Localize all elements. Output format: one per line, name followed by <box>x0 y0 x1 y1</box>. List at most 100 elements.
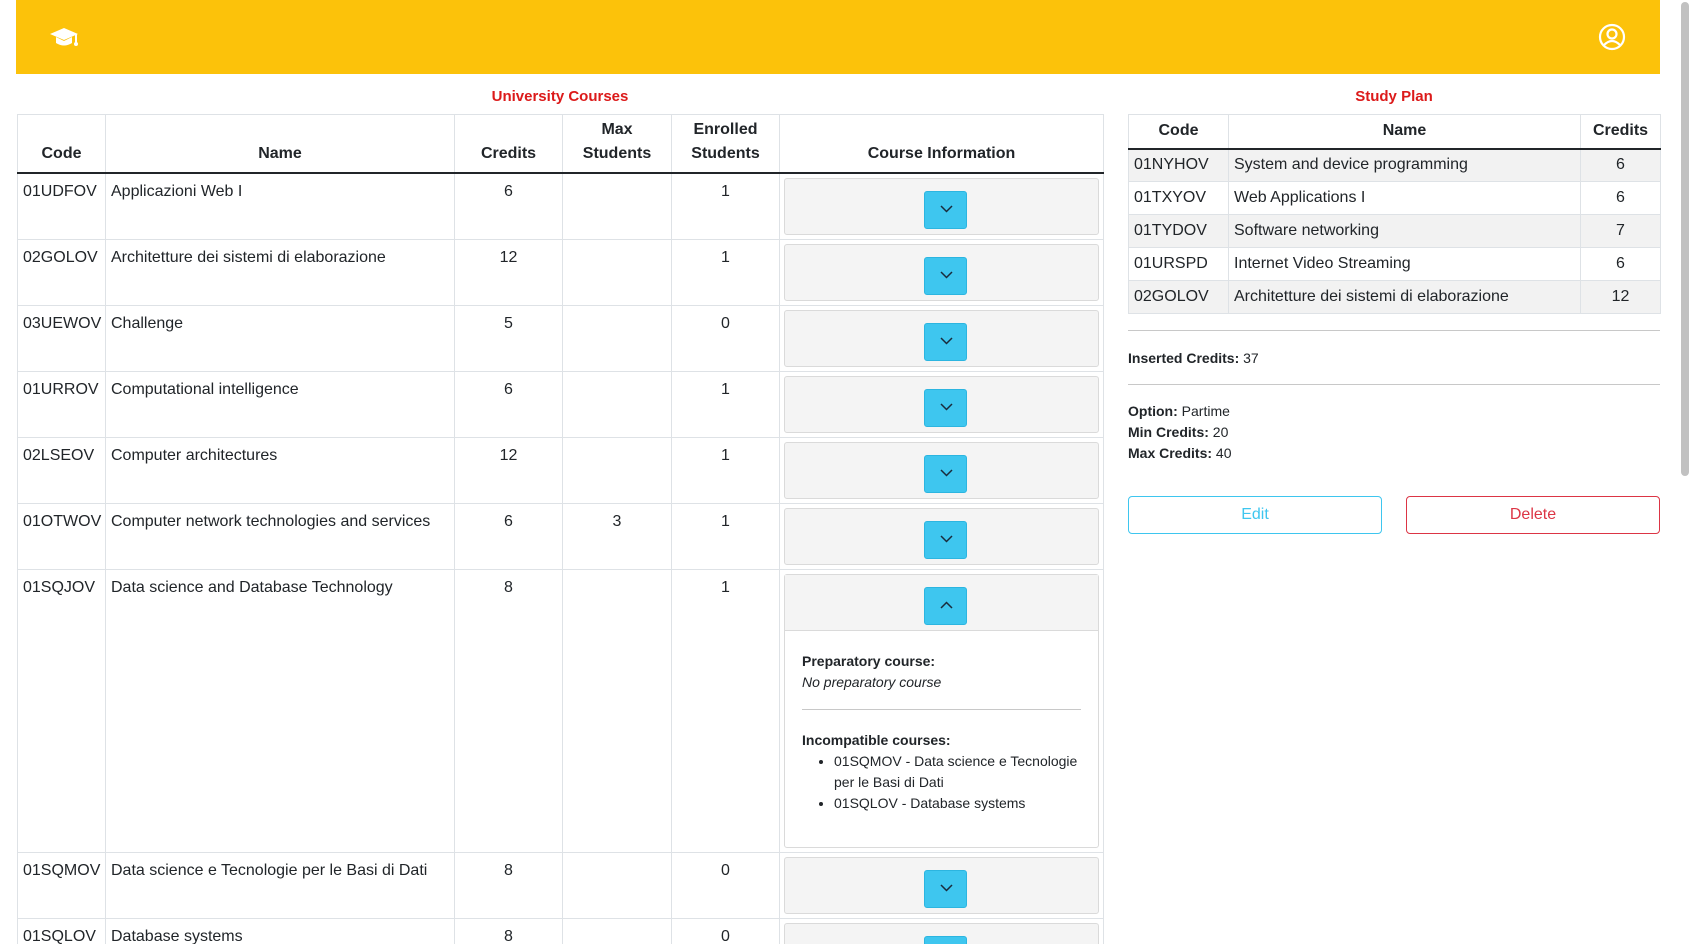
course-info-cell <box>779 503 1104 570</box>
course-max-students <box>562 852 672 919</box>
course-code: 01SQMOV <box>17 852 106 919</box>
graduation-cap-icon[interactable] <box>48 24 80 52</box>
study-plan-table: Code Name Credits 01NYHOV System and dev… <box>1128 114 1661 314</box>
scrollbar[interactable] <box>1675 0 1692 944</box>
table-row: 02LSEOV Computer architectures 12 1 <box>17 437 1104 504</box>
course-info-cell <box>779 172 1104 240</box>
expand-button[interactable] <box>924 322 967 361</box>
course-name: Computer network technologies and servic… <box>105 503 455 570</box>
table-row: 01SQLOV Database systems 8 0 <box>17 918 1104 944</box>
plan-header-name: Name <box>1228 114 1581 150</box>
accordion-header[interactable] <box>784 507 1099 565</box>
course-max-students <box>562 172 672 240</box>
accordion-header[interactable] <box>784 243 1099 301</box>
plan-header-credits: Credits <box>1580 114 1661 150</box>
min-credits-value: 20 <box>1212 424 1229 440</box>
plan-credits: 6 <box>1580 181 1661 215</box>
course-enrolled: 1 <box>671 371 780 438</box>
accordion-header[interactable] <box>784 922 1099 944</box>
chevron-down-icon <box>940 270 953 279</box>
accordion-header[interactable] <box>784 441 1099 499</box>
expand-button[interactable] <box>924 454 967 493</box>
plan-code: 01TYDOV <box>1128 214 1229 248</box>
expand-button[interactable] <box>924 190 967 229</box>
course-credits: 8 <box>454 569 563 853</box>
course-enrolled: 1 <box>671 503 780 570</box>
plan-option: Option: Partime <box>1128 401 1230 422</box>
expand-button[interactable] <box>924 869 967 908</box>
max-credits: Max Credits: 40 <box>1128 443 1232 464</box>
expand-button[interactable] <box>924 256 967 295</box>
expand-button[interactable] <box>924 935 967 944</box>
table-row: 03UEWOV Challenge 5 0 <box>17 305 1104 372</box>
accordion-header[interactable] <box>784 177 1099 235</box>
table-row: 01TXYOV Web Applications I 6 <box>1128 181 1661 215</box>
col-header-name: Name <box>105 114 455 174</box>
course-info-cell: Preparatory course: No preparatory cours… <box>779 569 1104 853</box>
table-row: 01NYHOV System and device programming 6 <box>1128 148 1661 182</box>
list-item: 01SQMOV - Data science e Tecnologie per … <box>834 751 1081 793</box>
chevron-up-icon <box>940 600 953 609</box>
min-credits: Min Credits: 20 <box>1128 422 1228 443</box>
course-credits: 12 <box>454 437 563 504</box>
course-code: 01SQLOV <box>17 918 106 944</box>
edit-button[interactable]: Edit <box>1128 496 1382 534</box>
preparatory-label: Preparatory course: <box>802 652 936 669</box>
course-name: Computational intelligence <box>105 371 455 438</box>
delete-button[interactable]: Delete <box>1406 496 1660 534</box>
accordion-header[interactable] <box>784 375 1099 433</box>
table-row: 01SQMOV Data science e Tecnologie per le… <box>17 852 1104 919</box>
course-credits: 6 <box>454 371 563 438</box>
plan-name: System and device programming <box>1228 148 1581 182</box>
course-credits: 8 <box>454 852 563 919</box>
plan-header-code: Code <box>1128 114 1229 150</box>
expand-button[interactable] <box>924 388 967 427</box>
course-max-students <box>562 569 672 853</box>
study-plan-title: Study Plan <box>1355 88 1433 105</box>
table-row: 01URROV Computational intelligence 6 1 <box>17 371 1104 438</box>
expand-button[interactable] <box>924 520 967 559</box>
course-info-cell <box>779 437 1104 504</box>
option-value: Partime <box>1181 403 1230 419</box>
accordion-header[interactable] <box>785 574 1098 631</box>
accordion-header[interactable] <box>784 309 1099 367</box>
course-code: 02GOLOV <box>17 239 106 306</box>
course-max-students <box>562 437 672 504</box>
scrollbar-thumb[interactable] <box>1681 2 1689 476</box>
course-name: Architetture dei sistemi di elaborazione <box>105 239 455 306</box>
incompatible-label: Incompatible courses: <box>802 731 951 748</box>
max-credits-label: Max Credits: <box>1128 445 1213 461</box>
plan-credits: 6 <box>1580 247 1661 281</box>
course-code: 03UEWOV <box>17 305 106 372</box>
course-info-cell <box>779 305 1104 372</box>
col-header-course-information: Course Information <box>779 114 1104 174</box>
col-header-code: Code <box>17 114 106 174</box>
table-row: 02GOLOV Architetture dei sistemi di elab… <box>1128 280 1661 314</box>
courses-table: Code Name Credits Max Students Enrolled … <box>17 114 1104 944</box>
min-credits-label: Min Credits: <box>1128 424 1209 440</box>
course-code: 01SQJOV <box>17 569 106 853</box>
course-info-cell <box>779 239 1104 306</box>
course-name: Database systems <box>105 918 455 944</box>
divider <box>1128 384 1660 385</box>
plan-code: 02GOLOV <box>1128 280 1229 314</box>
inserted-credits-label: Inserted Credits: <box>1128 350 1240 366</box>
chevron-down-icon <box>940 204 953 213</box>
course-enrolled: 1 <box>671 569 780 853</box>
course-enrolled: 1 <box>671 239 780 306</box>
navbar <box>16 0 1660 74</box>
course-enrolled: 0 <box>671 918 780 944</box>
plan-credits: 7 <box>1580 214 1661 248</box>
table-row: 01OTWOV Computer network technologies an… <box>17 503 1104 570</box>
user-circle-icon[interactable] <box>1598 23 1626 51</box>
divider <box>802 708 1081 710</box>
accordion-header[interactable] <box>784 856 1099 914</box>
course-max-students <box>562 239 672 306</box>
plan-name: Architetture dei sistemi di elaborazione <box>1228 280 1581 314</box>
table-row: 02GOLOV Architetture dei sistemi di elab… <box>17 239 1104 306</box>
course-code: 01URROV <box>17 371 106 438</box>
plan-name: Web Applications I <box>1228 181 1581 215</box>
incompatible-list: 01SQMOV - Data science e Tecnologie per … <box>834 751 1081 814</box>
table-row: 01TYDOV Software networking 7 <box>1128 214 1661 248</box>
collapse-button[interactable] <box>924 586 967 625</box>
